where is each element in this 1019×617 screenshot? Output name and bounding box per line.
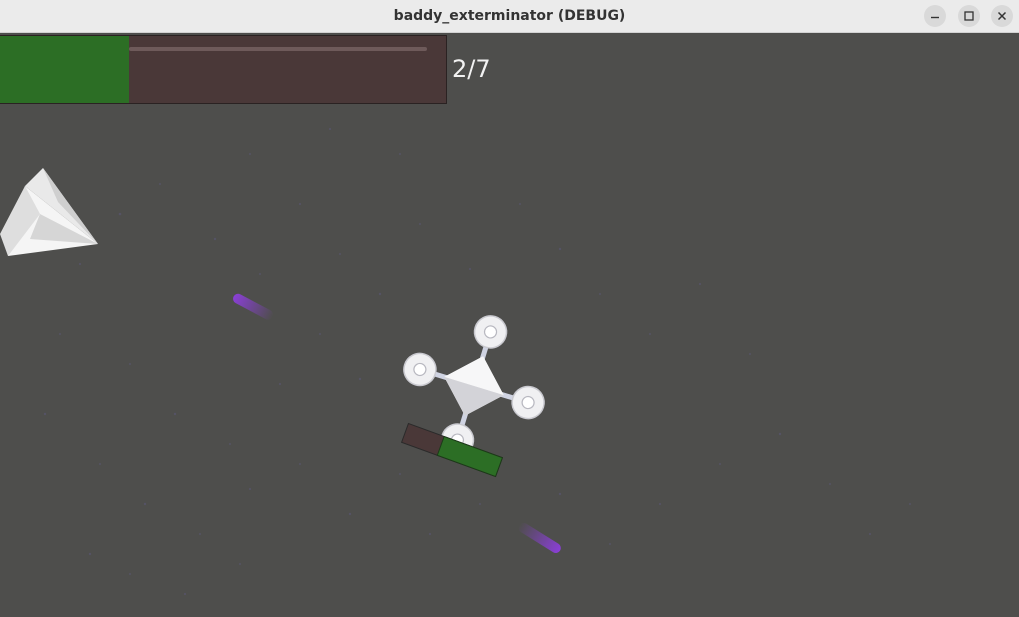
game-viewport[interactable]: 2/7 bbox=[0, 34, 1019, 617]
close-button[interactable] bbox=[991, 5, 1013, 27]
close-icon bbox=[997, 11, 1007, 21]
maximize-icon bbox=[964, 11, 974, 21]
minimize-button[interactable] bbox=[924, 5, 946, 27]
window-title: baddy_exterminator (DEBUG) bbox=[393, 8, 626, 24]
title-bar[interactable]: baddy_exterminator (DEBUG) bbox=[0, 0, 1019, 33]
game-window: baddy_exterminator (DEBUG) 2/7 bbox=[0, 0, 1019, 617]
player-health-bar bbox=[400, 422, 504, 478]
minimize-icon bbox=[931, 16, 939, 19]
maximize-button[interactable] bbox=[958, 5, 980, 27]
